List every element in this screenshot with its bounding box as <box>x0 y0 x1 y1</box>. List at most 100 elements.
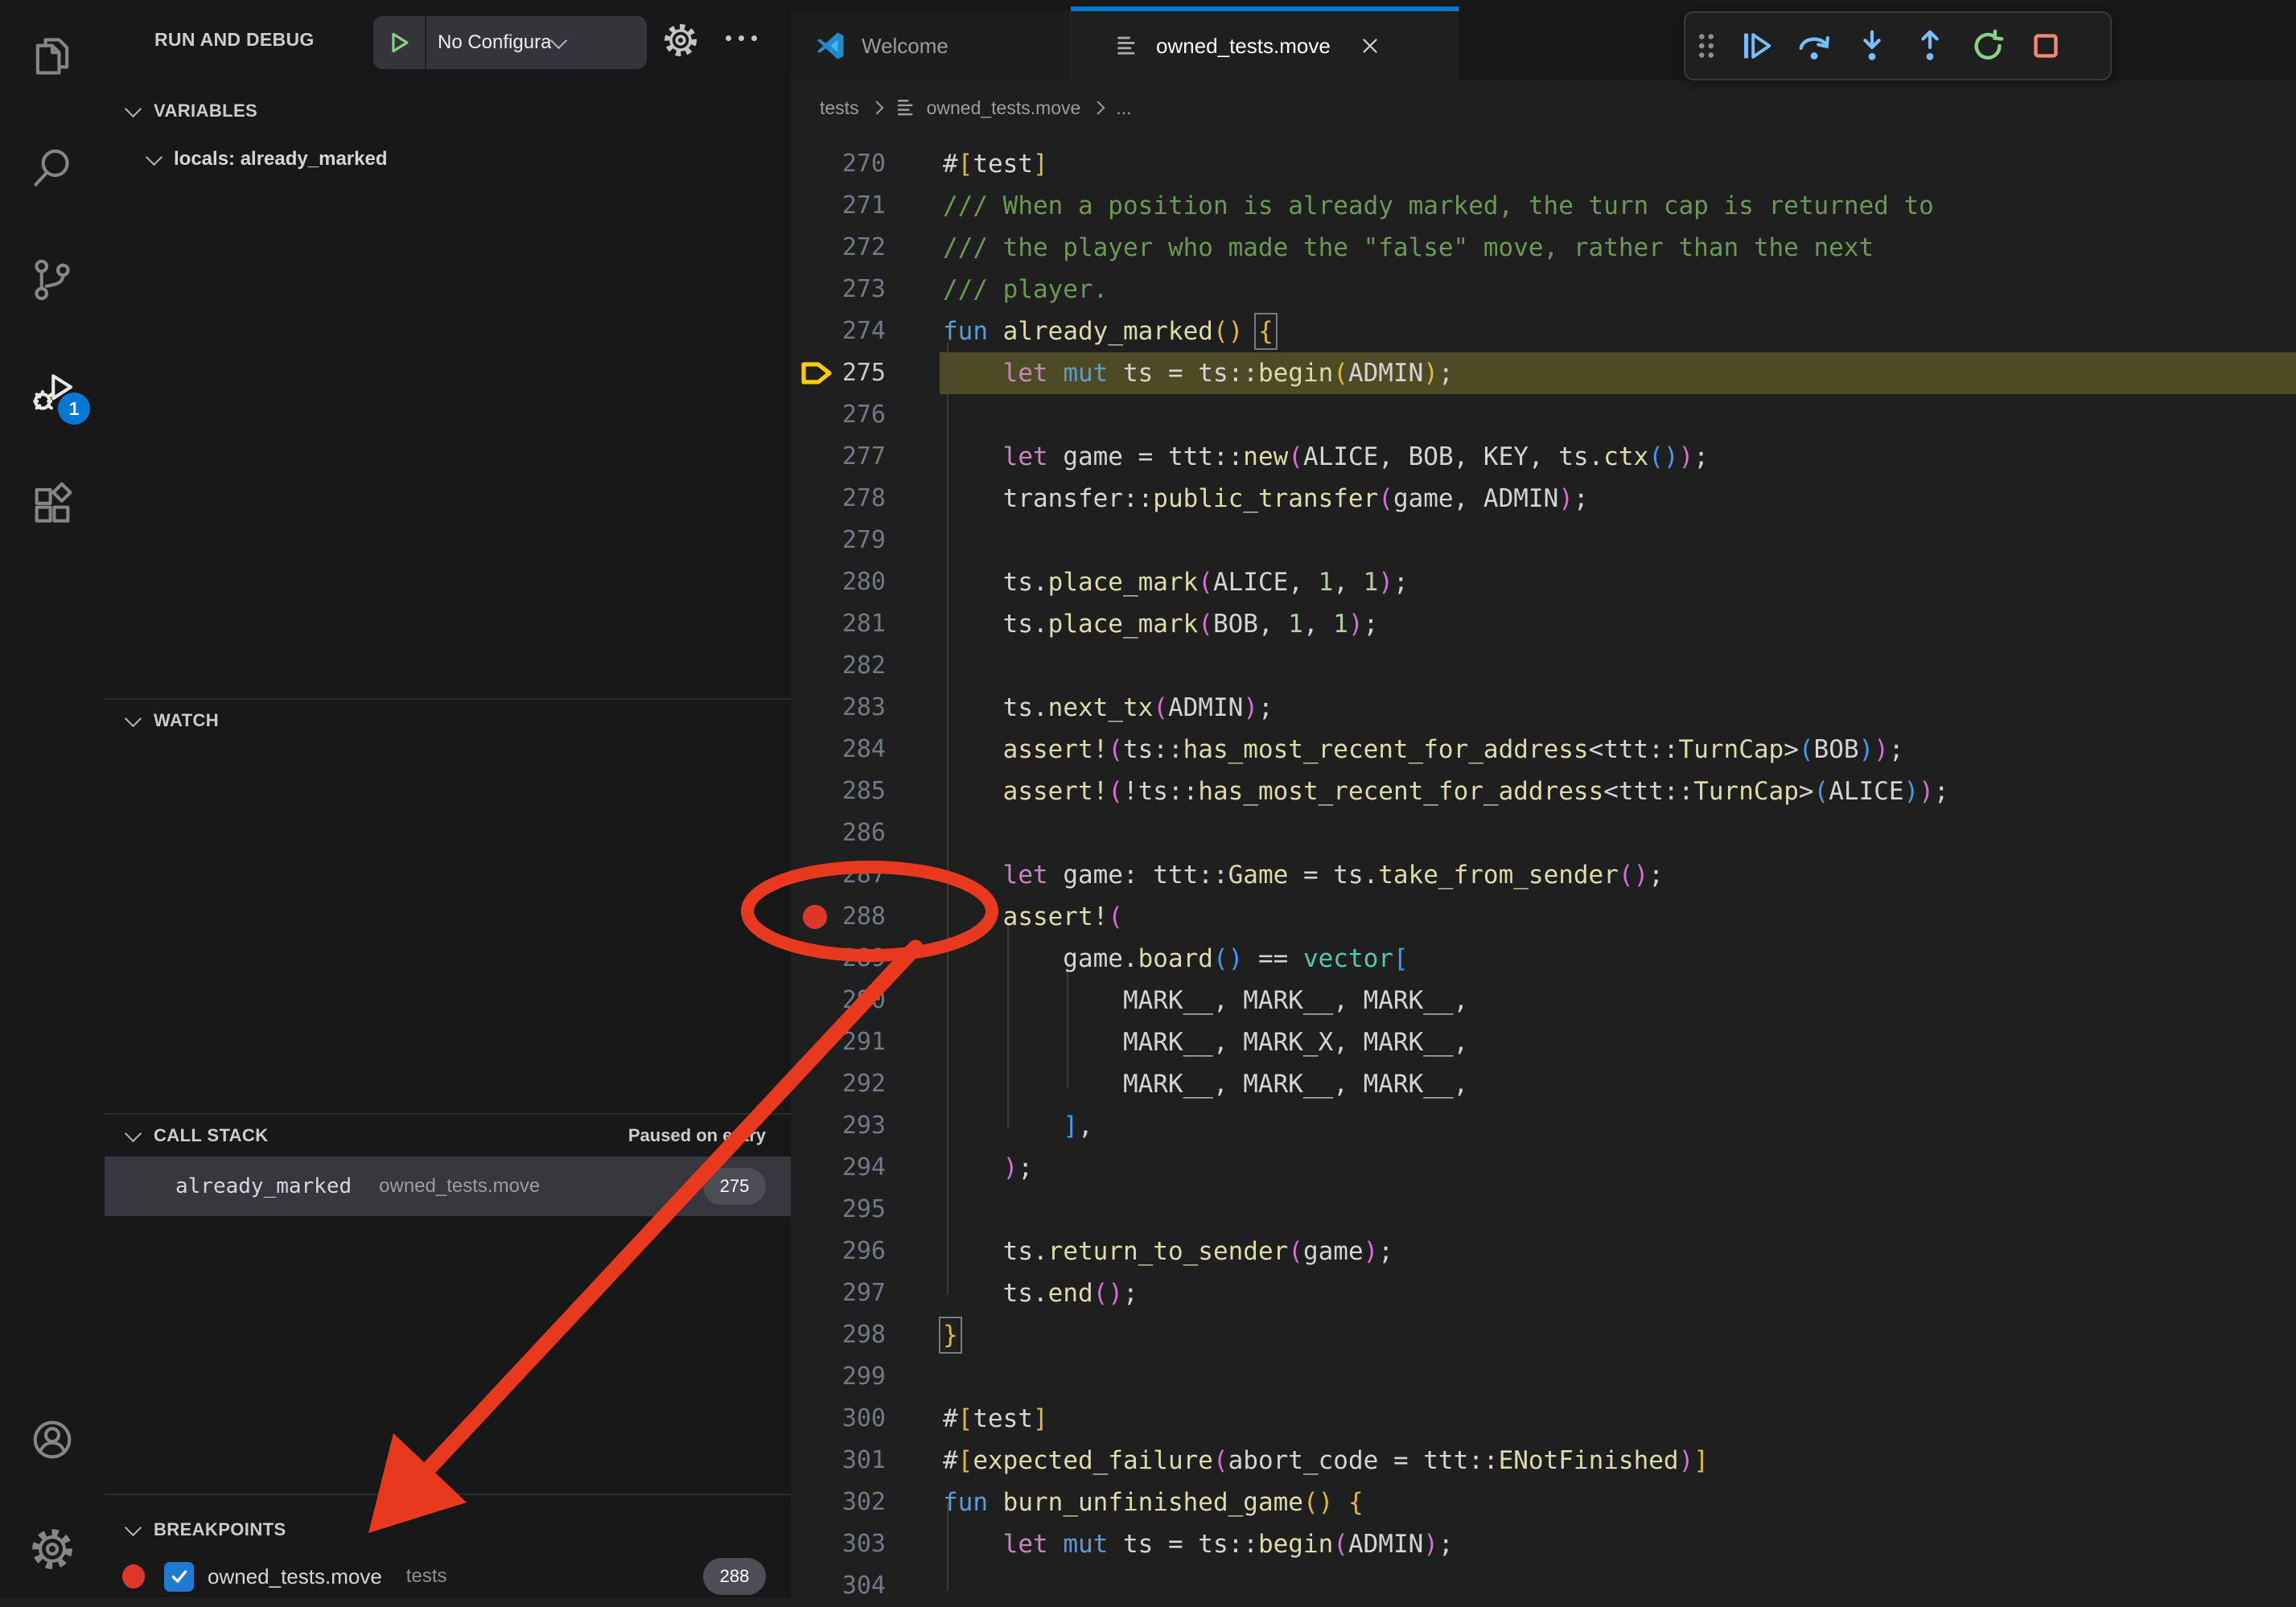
editor-gutter[interactable]: 285 <box>791 771 886 812</box>
code-line-293[interactable]: 293 ], <box>791 1105 2296 1147</box>
editor-gutter[interactable]: 300 <box>791 1398 886 1440</box>
editor-gutter[interactable]: 275 <box>791 352 886 394</box>
editor-gutter[interactable]: 272 <box>791 227 886 269</box>
code-text[interactable]: ], <box>943 1105 1093 1147</box>
editor-gutter[interactable]: 289 <box>791 938 886 980</box>
code-text[interactable]: #[test] <box>943 1398 1048 1440</box>
code-text[interactable]: let game: ttt::Game = ts.take_from_sende… <box>943 854 1664 896</box>
call-stack-frame-row[interactable]: already_marked owned_tests.move 275 <box>105 1157 791 1216</box>
editor-gutter[interactable]: 270 <box>791 143 886 185</box>
tab-owned-tests-move[interactable]: owned_tests.move <box>1071 6 1459 80</box>
code-line-287[interactable]: 287 let game: ttt::Game = ts.take_from_s… <box>791 854 2296 896</box>
variables-locals-scope[interactable]: locals: already_marked <box>105 138 791 180</box>
editor-gutter[interactable]: 276 <box>791 394 886 436</box>
breakpoint-enabled-checkbox[interactable] <box>164 1562 194 1592</box>
code-text[interactable]: ts.return_to_sender(game); <box>943 1231 1393 1272</box>
debug-settings-gear-icon[interactable] <box>661 21 700 64</box>
code-line-284[interactable]: 284 assert!(ts::has_most_recent_for_addr… <box>791 729 2296 771</box>
code-line-282[interactable]: 282 <box>791 645 2296 687</box>
extensions-icon[interactable] <box>0 475 105 533</box>
explorer-icon[interactable] <box>0 27 105 85</box>
stop-icon[interactable] <box>2017 17 2075 75</box>
editor-gutter[interactable]: 288 <box>791 896 886 938</box>
close-icon[interactable] <box>1358 34 1382 58</box>
code-line-300[interactable]: 300 #[test] <box>791 1398 2296 1440</box>
code-line-297[interactable]: 297 ts.end(); <box>791 1272 2296 1314</box>
code-line-299[interactable]: 299 <box>791 1356 2296 1398</box>
code-text[interactable]: let mut ts = ts::begin(ADMIN); <box>943 1523 1454 1565</box>
watch-section-header[interactable]: WATCH <box>105 700 791 742</box>
breadcrumb-item-dir[interactable]: tests <box>820 97 859 119</box>
code-text[interactable]: let game = ttt::new(ALICE, BOB, KEY, ts.… <box>943 436 1709 478</box>
editor-gutter[interactable]: 291 <box>791 1021 886 1063</box>
code-line-277[interactable]: 277 let game = ttt::new(ALICE, BOB, KEY,… <box>791 436 2296 478</box>
code-line-304[interactable]: 304 <box>791 1565 2296 1607</box>
code-text[interactable]: MARK__, MARK_X, MARK__, <box>943 1021 1468 1063</box>
breakpoint-list-item[interactable]: owned_tests.move tests 288 <box>105 1552 791 1601</box>
call-stack-section-header[interactable]: CALL STACK Paused on entry <box>105 1115 791 1157</box>
code-text[interactable]: } <box>943 1314 958 1356</box>
launch-configuration-control[interactable]: No Configura <box>373 16 647 69</box>
code-line-281[interactable]: 281 ts.place_mark(BOB, 1, 1); <box>791 603 2296 645</box>
code-text[interactable]: /// the player who made the "false" move… <box>943 227 1874 269</box>
code-text[interactable]: game.board() == vector[ <box>943 938 1409 980</box>
code-text[interactable]: fun already_marked() { <box>943 310 1273 352</box>
editor-gutter[interactable]: 290 <box>791 980 886 1021</box>
continue-icon[interactable] <box>1727 17 1785 75</box>
code-text[interactable]: /// player. <box>943 269 1108 310</box>
code-line-298[interactable]: 298} <box>791 1314 2296 1356</box>
editor-gutter[interactable]: 295 <box>791 1189 886 1231</box>
code-line-289[interactable]: 289 game.board() == vector[ <box>791 938 2296 980</box>
code-text[interactable]: ts.end(); <box>943 1272 1138 1314</box>
editor-gutter[interactable]: 304 <box>791 1565 886 1607</box>
source-control-icon[interactable] <box>0 251 105 309</box>
code-line-280[interactable]: 280 ts.place_mark(ALICE, 1, 1); <box>791 561 2296 603</box>
code-line-301[interactable]: 301 #[expected_failure(abort_code = ttt::… <box>791 1440 2296 1482</box>
editor-gutter[interactable]: 274 <box>791 310 886 352</box>
toolbar-drag-grip[interactable] <box>1685 17 1727 75</box>
code-text[interactable]: transfer::public_transfer(game, ADMIN); <box>943 478 1589 520</box>
editor-gutter[interactable]: 284 <box>791 729 886 771</box>
code-line-296[interactable]: 296 ts.return_to_sender(game); <box>791 1231 2296 1272</box>
more-actions-icon[interactable] <box>726 35 757 41</box>
code-line-279[interactable]: 279 <box>791 520 2296 561</box>
editor-gutter[interactable]: 302 <box>791 1482 886 1523</box>
editor-gutter[interactable]: 279 <box>791 520 886 561</box>
code-line-288[interactable]: 288 assert!( <box>791 896 2296 938</box>
code-text[interactable]: ); <box>943 1147 1033 1189</box>
editor-gutter[interactable]: 292 <box>791 1063 886 1105</box>
variables-section-header[interactable]: VARIABLES <box>105 90 791 132</box>
editor-gutter[interactable]: 303 <box>791 1523 886 1565</box>
code-text[interactable]: #[test] <box>943 143 1048 185</box>
code-line-283[interactable]: 283 ts.next_tx(ADMIN); <box>791 687 2296 729</box>
editor-gutter[interactable]: 271 <box>791 185 886 227</box>
code-text[interactable]: ts.next_tx(ADMIN); <box>943 687 1273 729</box>
step-over-icon[interactable] <box>1785 17 1843 75</box>
search-icon[interactable] <box>0 139 105 197</box>
code-text[interactable]: assert!(ts::has_most_recent_for_address<… <box>943 729 1904 771</box>
account-icon[interactable] <box>0 1411 105 1469</box>
editor-gutter[interactable]: 301 <box>791 1440 886 1482</box>
code-text[interactable]: MARK__, MARK__, MARK__, <box>943 980 1468 1021</box>
code-line-270[interactable]: 270 #[test] <box>791 143 2296 185</box>
editor-gutter[interactable]: 282 <box>791 645 886 687</box>
editor-gutter[interactable]: 280 <box>791 561 886 603</box>
code-text[interactable]: ts.place_mark(ALICE, 1, 1); <box>943 561 1409 603</box>
code-text[interactable]: #[expected_failure(abort_code = ttt::ENo… <box>943 1440 1709 1482</box>
code-line-275[interactable]: 275 let mut ts = ts::begin(ADMIN); <box>791 352 2296 394</box>
editor-gutter[interactable]: 283 <box>791 687 886 729</box>
code-text[interactable]: assert!( <box>943 896 1123 938</box>
code-line-278[interactable]: 278 transfer::public_transfer(game, ADMI… <box>791 478 2296 520</box>
code-line-276[interactable]: 276 <box>791 394 2296 436</box>
editor-gutter[interactable]: 278 <box>791 478 886 520</box>
code-text[interactable]: MARK__, MARK__, MARK__, <box>943 1063 1468 1105</box>
code-line-285[interactable]: 285 assert!(!ts::has_most_recent_for_add… <box>791 771 2296 812</box>
code-text[interactable]: ts.place_mark(BOB, 1, 1); <box>943 603 1378 645</box>
editor-gutter[interactable]: 299 <box>791 1356 886 1398</box>
code-line-295[interactable]: 295 <box>791 1189 2296 1231</box>
breadcrumb-item-file[interactable]: owned_tests.move <box>927 97 1081 119</box>
code-line-302[interactable]: 302fun burn_unfinished_game() { <box>791 1482 2296 1523</box>
code-line-291[interactable]: 291 MARK__, MARK_X, MARK__, <box>791 1021 2296 1063</box>
editor-gutter[interactable]: 297 <box>791 1272 886 1314</box>
configuration-dropdown-label[interactable]: No Configura <box>438 31 551 54</box>
